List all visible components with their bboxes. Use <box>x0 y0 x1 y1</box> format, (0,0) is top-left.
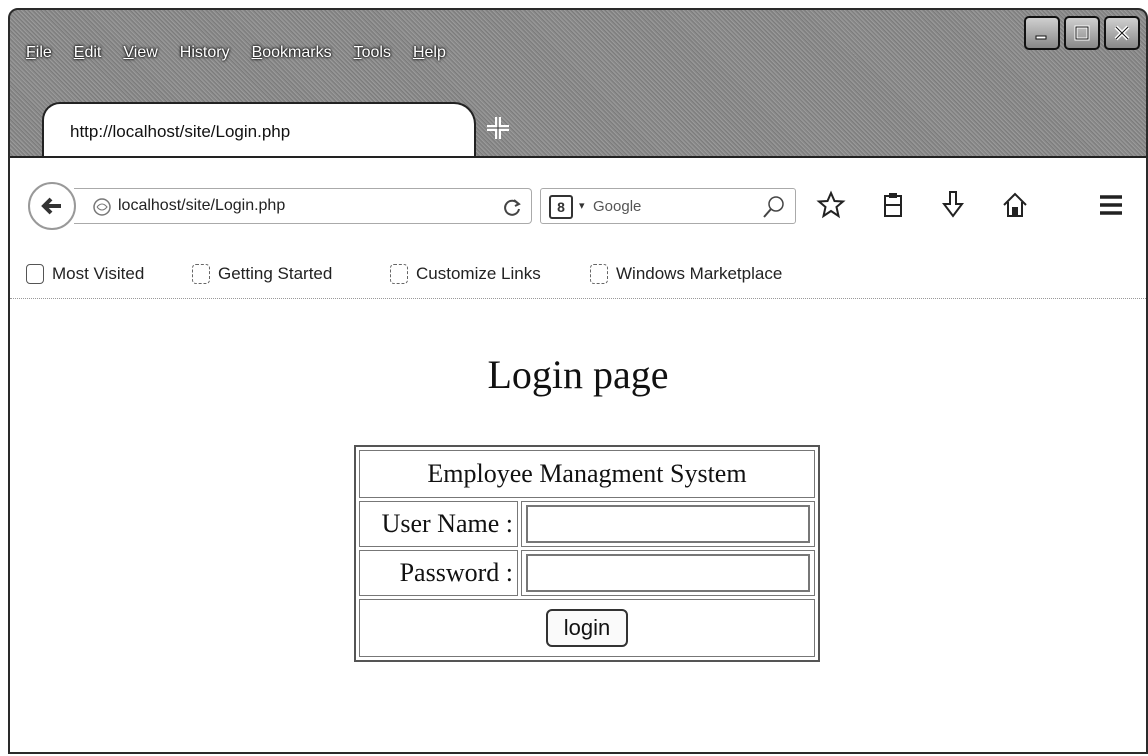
url-bar[interactable]: localhost/site/Login.php <box>74 188 532 224</box>
url-text: localhost/site/Login.php <box>118 197 286 214</box>
menu-edit[interactable]: Edit <box>74 44 102 62</box>
window-controls <box>1024 16 1140 50</box>
bookmarks-toolbar: Most Visited Getting Started Customize L… <box>10 252 1146 299</box>
menu-help[interactable]: Help <box>413 44 446 62</box>
password-label: Password : <box>359 550 518 596</box>
bookmark-customize-links[interactable]: Customize Links <box>390 264 541 284</box>
new-tab-icon[interactable] <box>484 114 512 142</box>
bookmark-icon <box>192 264 210 284</box>
login-form: Employee Managment System User Name : Pa… <box>354 445 820 662</box>
bookmark-getting-started[interactable]: Getting Started <box>192 264 332 284</box>
search-bar[interactable]: 8 ▾ Google <box>540 188 796 224</box>
menu-icon <box>1100 195 1122 215</box>
close-button[interactable] <box>1104 16 1140 50</box>
login-button[interactable]: login <box>545 609 629 647</box>
reload-icon[interactable] <box>501 196 523 218</box>
form-title: Employee Managment System <box>359 450 815 498</box>
back-button[interactable] <box>28 182 76 230</box>
username-input[interactable] <box>526 505 810 543</box>
menu-history[interactable]: History <box>180 44 230 62</box>
minimize-icon <box>1035 35 1047 40</box>
maximize-icon <box>1074 25 1090 41</box>
bookmark-icon <box>590 264 608 284</box>
tab-login[interactable]: http://localhost/site/Login.php <box>42 102 476 158</box>
chevron-down-icon[interactable]: ▾ <box>579 199 585 212</box>
clipboard-icon <box>884 193 902 217</box>
downloads-button[interactable] <box>936 188 970 222</box>
menu-bar: File Edit View History Bookmarks Tools H… <box>26 44 468 62</box>
search-icon[interactable] <box>761 194 787 220</box>
bookmarks-menu-button[interactable] <box>876 188 910 222</box>
navigation-toolbar: localhost/site/Login.php 8 ▾ Google <box>10 156 1146 254</box>
search-engine-icon[interactable]: 8 <box>549 195 573 219</box>
maximize-button[interactable] <box>1064 16 1100 50</box>
minimize-button[interactable] <box>1024 16 1060 50</box>
page-title: Login page <box>487 352 669 397</box>
bookmark-star-icon <box>816 190 846 219</box>
password-input[interactable] <box>526 554 810 592</box>
close-icon <box>1114 25 1130 41</box>
menu-view[interactable]: View <box>123 44 157 62</box>
title-bar: File Edit View History Bookmarks Tools H… <box>10 10 1146 90</box>
bookmark-icon <box>390 264 408 284</box>
bookmark-star-button[interactable] <box>814 188 848 222</box>
search-placeholder: Google <box>593 198 642 215</box>
bookmark-most-visited[interactable]: Most Visited <box>26 264 144 284</box>
menu-tools[interactable]: Tools <box>354 44 391 62</box>
back-arrow-icon <box>41 197 61 215</box>
browser-window: File Edit View History Bookmarks Tools H… <box>8 8 1148 754</box>
open-menu-button[interactable] <box>1094 188 1128 222</box>
tab-title: http://localhost/site/Login.php <box>70 122 291 141</box>
most-visited-icon <box>26 264 44 284</box>
bookmark-windows-marketplace[interactable]: Windows Marketplace <box>590 264 782 284</box>
download-arrow-icon <box>942 191 964 218</box>
menu-file[interactable]: File <box>26 44 52 62</box>
menu-bookmarks[interactable]: Bookmarks <box>252 44 332 62</box>
home-icon <box>1003 192 1027 217</box>
page-content: Login page Employee Managment System Use… <box>10 299 1146 752</box>
site-identity-icon <box>93 198 111 216</box>
home-button[interactable] <box>998 188 1032 222</box>
username-label: User Name : <box>359 501 518 547</box>
